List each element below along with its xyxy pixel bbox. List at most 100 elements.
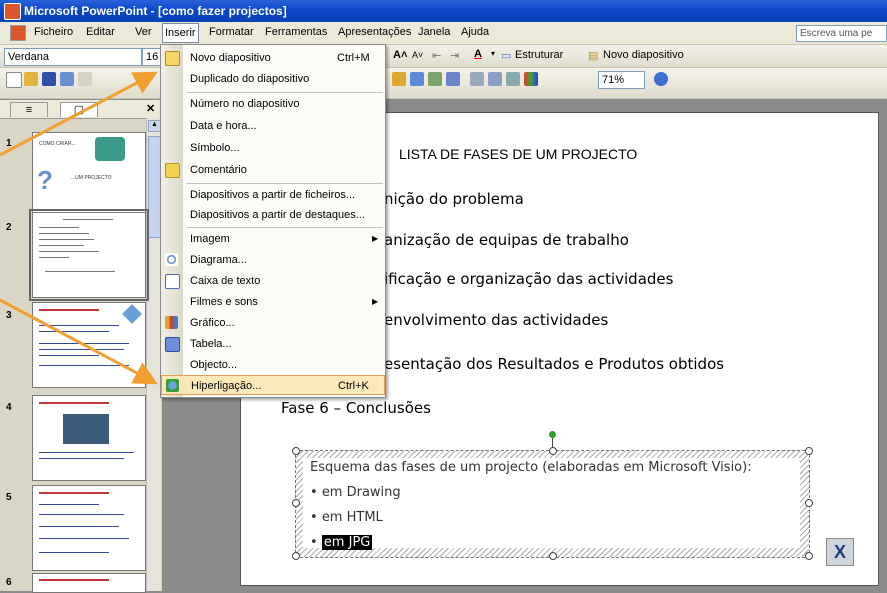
schema-item-selected[interactable]: em JPG: [321, 535, 373, 550]
menu-ajuda[interactable]: Ajuda: [461, 26, 489, 38]
open-folder-icon[interactable]: [24, 72, 38, 86]
menu-inserir[interactable]: Inserir: [162, 23, 199, 43]
help-search-input[interactable]: Escreva uma pe: [796, 25, 887, 42]
menu-ficheiro[interactable]: Ficheiro: [34, 26, 73, 38]
menu-item-comentario[interactable]: Comentário: [161, 160, 385, 180]
submenu-arrow-icon: ▶: [372, 234, 379, 243]
resize-handle[interactable]: [805, 447, 813, 455]
slides-panel-tabs: ≡ ▢ ✕: [0, 100, 162, 119]
question-mark-icon: ?: [37, 165, 53, 195]
window-title: Microsoft PowerPoint - [como fazer proje…: [24, 4, 287, 18]
menu-item-caixa-texto[interactable]: Caixa de texto: [161, 271, 385, 291]
schema-item[interactable]: • em JPG: [310, 535, 373, 550]
menu-item-novo-diapositivo[interactable]: Novo diapositivo Ctrl+M: [161, 48, 385, 68]
slide-thumbnail-1[interactable]: COMO CRIAR... ? ...UM PROJECTO: [32, 132, 146, 218]
expand-all-icon[interactable]: [470, 72, 484, 86]
menu-item-duplicado[interactable]: Duplicado do diapositivo: [161, 69, 385, 89]
slide-thumbnail-4[interactable]: [32, 395, 146, 481]
shrink-font-icon[interactable]: A˅: [412, 50, 423, 60]
slide-number: 6: [6, 577, 12, 588]
menu-apresentacoes[interactable]: Apresentações: [338, 26, 411, 38]
tables-borders-icon[interactable]: [428, 72, 442, 86]
show-formatting-icon[interactable]: [488, 72, 502, 86]
new-slide-icon[interactable]: ▤: [588, 49, 598, 62]
menu-item-filmes-sons[interactable]: Filmes e sons ▶: [161, 292, 385, 312]
chart-icon[interactable]: [392, 72, 406, 86]
save-icon[interactable]: [42, 72, 56, 86]
menu-item-diapositivos-ficheiros[interactable]: Diapositivos a partir de ficheiros...: [161, 185, 385, 205]
menu-ver[interactable]: Ver: [135, 26, 152, 38]
close-panel-icon[interactable]: ✕: [146, 102, 155, 115]
slide-bullet[interactable]: ificação e organização das actividades: [384, 270, 673, 288]
slide-thumbnail-5[interactable]: [32, 485, 146, 571]
menu-item-data-hora[interactable]: Data e hora...: [161, 116, 385, 136]
document-icon[interactable]: [10, 25, 26, 41]
schema-item-label[interactable]: em Drawing: [322, 485, 401, 500]
slide-bullet[interactable]: esentação dos Resultados e Produtos obti…: [384, 355, 724, 373]
menu-ferramentas[interactable]: Ferramentas: [265, 26, 327, 38]
slide-title[interactable]: LISTA DE FASES DE UM PROJECTO: [399, 146, 637, 162]
slide-number: 1: [6, 138, 12, 149]
menu-item-objecto[interactable]: Objecto...: [161, 355, 385, 375]
resize-handle[interactable]: [549, 552, 557, 560]
grow-font-icon[interactable]: A˄: [393, 49, 407, 61]
menu-item-hiperligacao[interactable]: Hiperligação... Ctrl+K: [161, 375, 385, 395]
slide-thumbnail-2[interactable]: [29, 209, 149, 301]
print-icon[interactable]: [78, 72, 92, 86]
menu-item-numero[interactable]: Número no diapositivo: [161, 94, 385, 114]
font-color-icon[interactable]: A: [474, 48, 482, 60]
schema-item[interactable]: • em Drawing: [310, 485, 401, 500]
close-x-button[interactable]: X: [826, 538, 854, 566]
menu-item-simbolo[interactable]: Símbolo...: [161, 138, 385, 158]
structure-icon[interactable]: ▭: [501, 49, 511, 62]
schema-heading[interactable]: Esquema das fases de um projecto (elabor…: [310, 460, 752, 475]
zoom-select[interactable]: 71%: [598, 71, 645, 89]
resize-handle[interactable]: [292, 499, 300, 507]
grid-icon[interactable]: [506, 72, 520, 86]
menu-item-diapositivos-destaques[interactable]: Diapositivos a partir de destaques...: [161, 205, 385, 225]
slide-thumbnail-3[interactable]: [32, 302, 146, 388]
new-file-icon[interactable]: [6, 72, 22, 88]
tab-slides[interactable]: ▢: [60, 102, 98, 117]
resize-handle[interactable]: [805, 552, 813, 560]
tab-outline[interactable]: ≡: [10, 102, 48, 117]
schema-item-label[interactable]: em HTML: [322, 510, 383, 525]
schema-item[interactable]: • em HTML: [310, 510, 383, 525]
standard-toolbar: 71%: [0, 68, 887, 99]
slide-bullet[interactable]: anização de equipas de trabalho: [384, 231, 629, 249]
insert-dropdown-menu: Novo diapositivo Ctrl+M Duplicado do diap…: [160, 44, 386, 398]
resize-handle[interactable]: [292, 552, 300, 560]
hyperlink-icon[interactable]: [446, 72, 460, 86]
slide-bullet[interactable]: envolvimento das actividades: [384, 311, 608, 329]
increase-indent-icon[interactable]: ⇥: [450, 49, 459, 62]
resize-handle[interactable]: [549, 447, 557, 455]
font-color-dropdown-icon[interactable]: ▾: [491, 49, 495, 58]
slide-bullet[interactable]: Fase 6 – Conclusões: [281, 399, 431, 417]
slide-thumbnail-6[interactable]: [32, 573, 146, 593]
resize-handle[interactable]: [805, 499, 813, 507]
menu-janela[interactable]: Janela: [418, 26, 450, 38]
comment-icon: [165, 163, 180, 178]
color-grayscale-icon[interactable]: [524, 72, 538, 86]
resize-handle[interactable]: [292, 447, 300, 455]
title-bar: Microsoft PowerPoint - [como fazer proje…: [0, 0, 887, 22]
menu-item-grafico[interactable]: Gráfico...: [161, 313, 385, 333]
textbox-icon: [165, 274, 180, 289]
rotate-handle[interactable]: [549, 431, 556, 438]
font-select[interactable]: Verdana: [4, 48, 142, 66]
slide-bullet[interactable]: nição do problema: [384, 190, 524, 208]
help-icon[interactable]: [654, 72, 668, 86]
menu-item-imagem[interactable]: Imagem ▶: [161, 229, 385, 249]
menu-formatar[interactable]: Formatar: [209, 26, 254, 38]
table-icon[interactable]: [410, 72, 424, 86]
menu-item-tabela[interactable]: Tabela...: [161, 334, 385, 354]
powerpoint-icon[interactable]: [4, 3, 21, 20]
menu-item-diagrama[interactable]: Diagrama...: [161, 250, 385, 270]
panel-scrollbar[interactable]: ▲: [146, 118, 161, 591]
menu-editar[interactable]: Editar: [86, 26, 115, 38]
structure-label[interactable]: Estruturar: [515, 49, 563, 61]
permission-icon[interactable]: [60, 72, 74, 86]
new-slide-label[interactable]: Novo diapositivo: [603, 49, 684, 61]
diagram-icon: [165, 253, 178, 266]
decrease-indent-icon[interactable]: ⇤: [432, 49, 441, 62]
